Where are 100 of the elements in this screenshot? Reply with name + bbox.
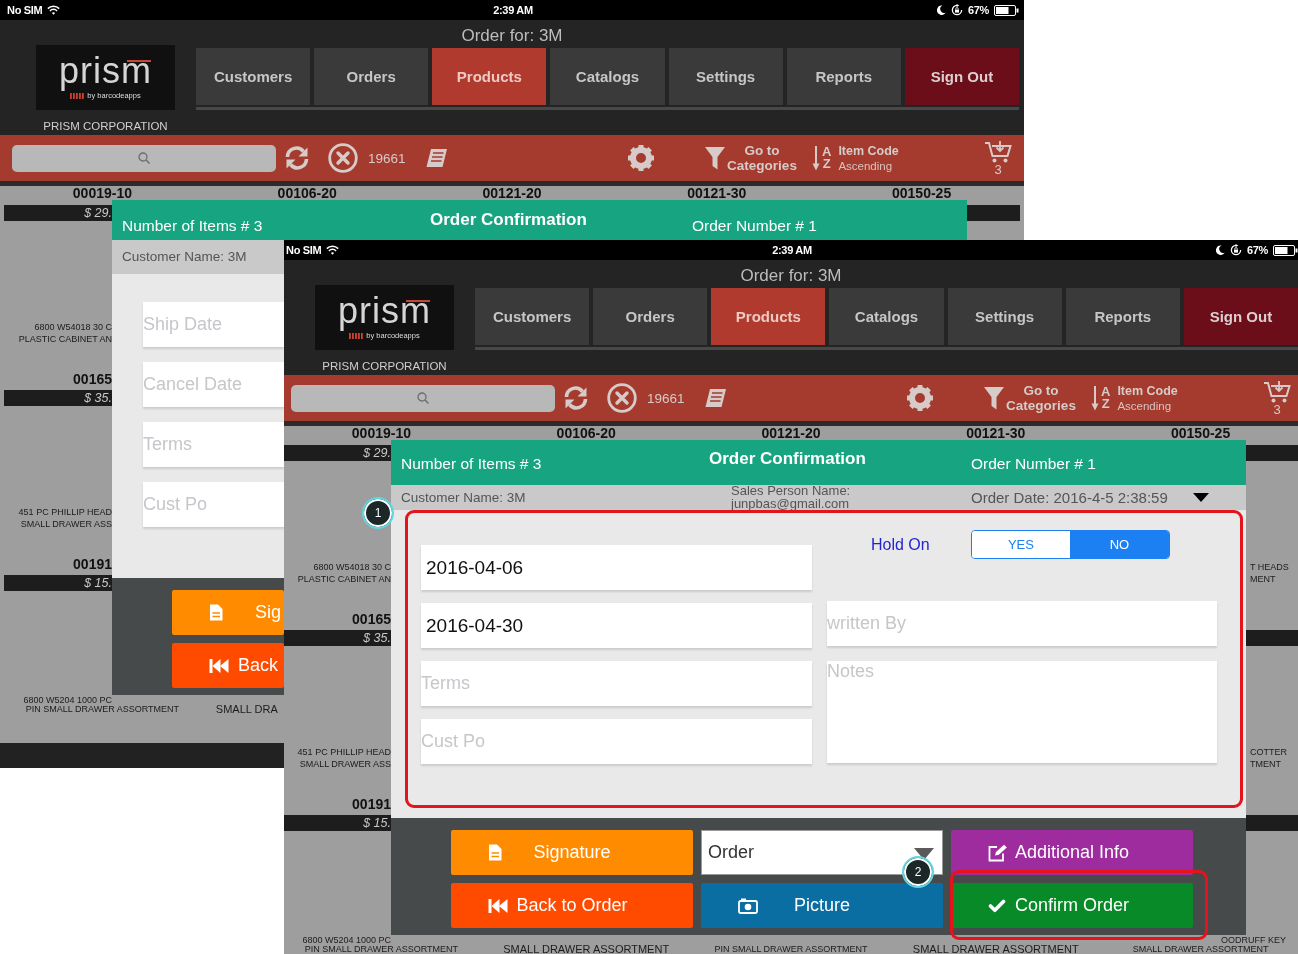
back-to-order-button[interactable]: Back to Order (451, 883, 693, 928)
additional-info-button[interactable]: Additional Info (951, 830, 1193, 875)
product-code: 00191 (73, 557, 112, 571)
input-field[interactable]: Terms (421, 661, 812, 706)
company-name: PRISM CORPORATION (322, 359, 447, 373)
rewind-icon (488, 897, 508, 914)
categories-button[interactable]: Go to Categories (704, 143, 798, 173)
clear-icon[interactable] (328, 143, 358, 173)
refresh-icon[interactable] (563, 386, 589, 410)
nav-tab[interactable]: Reports (1065, 288, 1180, 345)
nav-tab[interactable]: Settings (668, 48, 783, 105)
sort-field-label: Item Code (838, 143, 899, 159)
price-text: $ 15. (84, 575, 112, 591)
product-description: SMALL DRAWER ASS (299, 758, 391, 770)
search-field[interactable] (12, 144, 276, 172)
confirm-order-button[interactable]: Confirm Order (951, 883, 1193, 928)
notes-field[interactable]: Notes (827, 661, 1217, 763)
camera-icon (738, 897, 758, 914)
dialog-title: Order Confirmation (709, 449, 866, 469)
clear-icon[interactable] (607, 383, 637, 413)
cart-icon[interactable] (1263, 380, 1291, 403)
input-field[interactable]: Cust Po (421, 719, 812, 764)
product-code: 00019-10 (351, 426, 411, 440)
nav-tab[interactable]: Catalogs (829, 288, 944, 345)
input-field[interactable]: 2016-04-30 (421, 603, 812, 648)
product-description: SMALL DRAWER ASSORTMENT (503, 944, 670, 954)
product-description: SMALL DRAWER ASSORTMENT (912, 944, 1079, 954)
product-description: OODRUFF KEY (1221, 936, 1286, 945)
product-description: TMENT (1250, 758, 1281, 770)
input-field[interactable]: Cust Po (143, 482, 284, 527)
order-date: Order Date: 2016-4-5 2:38:59 (971, 489, 1168, 506)
input-field[interactable]: Cancel Date (143, 362, 284, 407)
carrier-label: No SIM (286, 244, 322, 256)
product-description: SMALL DRAWER ASS (20, 518, 112, 530)
nav-tab[interactable]: Orders (593, 288, 708, 345)
items-count: Number of Items # 3 (122, 217, 263, 234)
nav-tab[interactable]: Products (432, 48, 547, 105)
product-code: 00121-20 (761, 426, 821, 440)
search-field[interactable] (291, 384, 555, 412)
input-field[interactable]: 2016-04-06 (421, 545, 812, 590)
settings-icon[interactable] (627, 144, 655, 172)
product-code: 00121-30 (966, 426, 1026, 440)
check-icon (988, 898, 1006, 913)
company-name: PRISM CORPORATION (43, 119, 168, 133)
nav-tab[interactable]: Catalogs (550, 48, 665, 105)
price-text: $ 35. (84, 390, 112, 406)
price-text: $ 15. (363, 815, 391, 831)
price-bar (1246, 445, 1298, 461)
nav-tab[interactable]: Settings (947, 288, 1062, 345)
toggle-option[interactable]: NO (1070, 531, 1169, 558)
product-description: 6800 W54018 30 C (313, 561, 391, 573)
sort-letter: Z (1101, 398, 1111, 410)
items-count: Number of Items # 3 (401, 455, 542, 472)
sign-out-button[interactable]: Sign Out (1183, 288, 1298, 345)
dialog-title: Order Confirmation (430, 210, 587, 230)
nav-tab[interactable]: Orders (314, 48, 429, 105)
rotation-lock-icon (1229, 244, 1242, 256)
nav-tab[interactable]: Reports (786, 48, 901, 105)
sign-out-button[interactable]: Sign Out (904, 48, 1019, 105)
cart-icon[interactable] (984, 140, 1012, 163)
product-description: SMALL DRA (215, 704, 278, 714)
product-code: 00121-20 (482, 186, 542, 200)
nav-tab[interactable]: Products (711, 288, 826, 345)
edit-icon (988, 843, 1008, 862)
refresh-icon[interactable] (284, 146, 310, 170)
nav-tab[interactable]: Customers (475, 288, 590, 345)
caret-icon (914, 848, 934, 860)
product-description: PLASTIC CABINET AN (18, 333, 112, 345)
customer-name: Customer Name: 3M (401, 489, 526, 506)
order-number: Order Number # 1 (692, 217, 817, 234)
rotation-lock-icon (950, 4, 963, 16)
product-description: 6800 W5204 1000 PC (302, 936, 391, 945)
item-count: 19661 (647, 390, 685, 406)
product-code: 00165 (73, 372, 112, 386)
battery-percent: 67% (967, 4, 989, 16)
toggle-option[interactable]: YES (971, 531, 1071, 558)
moon-icon (1215, 245, 1225, 255)
sort-button[interactable]: A Z Item Code Ascending (812, 143, 899, 173)
product-code: 00165 (352, 612, 391, 626)
product-description: T HEADS (1250, 561, 1289, 573)
product-description: SMALL DRAWER ASSORTMENT (1132, 945, 1269, 954)
input-field[interactable]: Terms (143, 422, 284, 467)
categories-button[interactable]: Go to Categories (983, 383, 1077, 413)
settings-icon[interactable] (906, 384, 934, 412)
product-description: 6800 W5204 1000 PC (23, 696, 112, 705)
wifi-icon (326, 245, 340, 255)
product-code: 00150-25 (1171, 426, 1231, 440)
picture-button[interactable]: Picture (701, 883, 943, 928)
order-number: Order Number # 1 (971, 455, 1096, 472)
carrier-label: No SIM (7, 4, 43, 16)
nav-tab[interactable]: Customers (196, 48, 311, 105)
sort-button[interactable]: A Z Item Code Ascending (1091, 383, 1178, 413)
order-title: Order for: 3M (740, 266, 842, 285)
stripes-icon (70, 92, 85, 99)
caret-icon[interactable] (1193, 493, 1209, 502)
back-to-order-button[interactable]: Back (172, 643, 284, 688)
product-description: PIN SMALL DRAWER ASSORTMENT (714, 945, 868, 954)
input-field[interactable]: Ship Date (143, 302, 284, 347)
price-text: $ 29. (84, 205, 112, 221)
input-field[interactable]: written By (827, 601, 1217, 646)
